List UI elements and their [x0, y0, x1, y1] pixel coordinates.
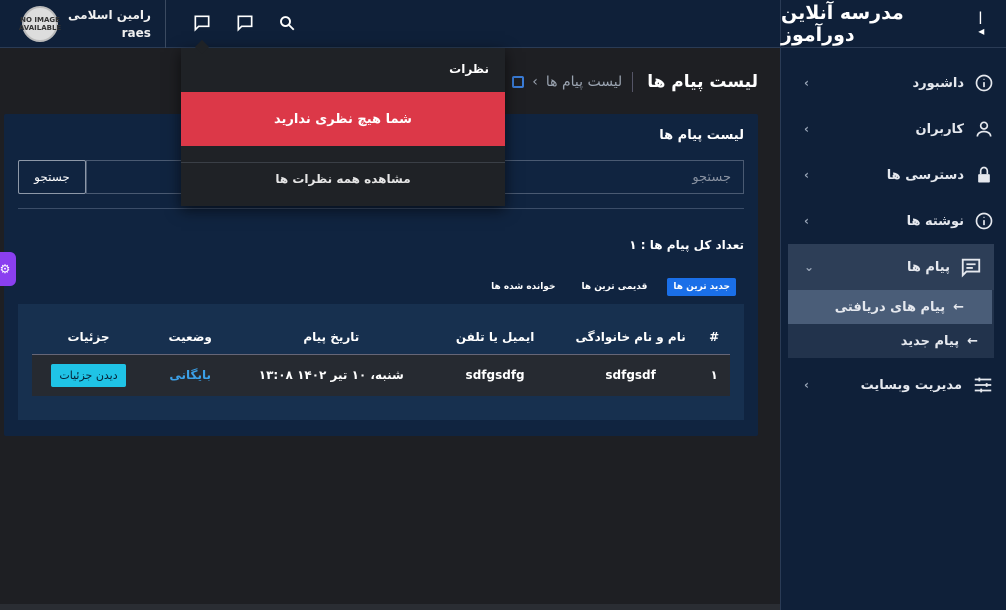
comments-dropdown: نظرات شما هیچ نظری ندارید مشاهده همه نظر…	[181, 48, 505, 206]
chevron-left-icon: ‹	[804, 76, 809, 90]
brand-title: مدرسه آنلاین دورآموز	[781, 1, 904, 46]
sidebar-item-dashboard[interactable]: ‹ داشبورد	[788, 60, 1006, 106]
chevron-left-icon: ‹	[804, 168, 809, 182]
sidebar-item-label: پیام های دریافتی	[834, 299, 946, 315]
search-button[interactable]: جستجو	[18, 160, 86, 194]
column-header: ایمیل یا تلفن	[427, 320, 563, 355]
sort-filters: جدید ترین ها قدیمی ترین ها خوانده شده ها	[485, 278, 736, 296]
chevron-left-icon: ‹	[804, 122, 809, 136]
gear-icon: ⚙	[0, 262, 11, 276]
sidebar-item-posts[interactable]: ‹ نوشته ها	[788, 198, 1006, 244]
arrow-left-icon: ←	[953, 299, 964, 315]
collapse-icon[interactable]: |◂	[978, 10, 988, 38]
page-header: ‹ لیست پیام ها لیست پیام ها	[512, 62, 758, 102]
sidebar-item-label: داشبورد	[912, 75, 964, 91]
sidebar-item-received-messages[interactable]: پیام های دریافتی ←	[788, 290, 992, 324]
column-header: #	[698, 320, 730, 355]
sidebar-item-label: پیام ها	[906, 259, 950, 275]
brand[interactable]: مدرسه آنلاین دورآموز |◂	[781, 0, 1006, 48]
filter-newest[interactable]: جدید ترین ها	[667, 278, 736, 296]
sidebar-item-label: کاربران	[915, 121, 964, 137]
row-action-cell: دیدن جزئیات	[32, 354, 145, 396]
divider	[181, 162, 505, 163]
sidebar-item-new-message[interactable]: پیام جدید ←	[788, 324, 994, 358]
view-details-button[interactable]: دیدن جزئیات	[51, 363, 126, 387]
search-icon[interactable]	[276, 12, 298, 34]
dropdown-title: نظرات	[449, 62, 489, 76]
chevron-down-icon: ⌄	[804, 260, 815, 274]
card-title: لیست پیام ها	[659, 128, 744, 143]
sidebar-item-label: دسترسی ها	[886, 167, 964, 183]
sidebar-item-messages[interactable]: ⌄ پیام ها	[788, 244, 994, 290]
user-profile[interactable]: NO IMAGE AVAILABLE رامین اسلامی raes	[10, 0, 166, 48]
empty-comments-alert: شما هیچ نظری ندارید	[181, 92, 505, 146]
sidebar-item-label: مدیریت وبسایت	[860, 377, 962, 393]
view-all-comments-link[interactable]: مشاهده همه نظرات ها	[181, 172, 505, 186]
column-header: نام و نام خانوادگی	[562, 320, 699, 355]
sidebar-item-users[interactable]: ‹ کاربران	[788, 106, 1006, 152]
messages-table-container: # نام و نام خانوادگی ایمیل یا تلفن تاریخ…	[18, 304, 744, 420]
user-name: رامین اسلامی	[68, 8, 151, 22]
avatar[interactable]: NO IMAGE AVAILABLE	[19, 6, 61, 42]
column-header: وضعیت	[144, 320, 236, 355]
sidebar-item-website[interactable]: ‹ مدیریت وبسایت	[788, 362, 1006, 408]
comments-icon[interactable]	[191, 12, 213, 34]
message-icon	[961, 258, 981, 278]
info-icon	[975, 74, 993, 92]
breadcrumb-item[interactable]: لیست پیام ها	[546, 74, 622, 90]
arrow-left-icon: ←	[967, 333, 978, 349]
settings-float-tab[interactable]: ⚙	[0, 252, 16, 286]
row-contact: sdfgsdfg	[427, 354, 563, 396]
filter-read[interactable]: خوانده شده ها	[485, 278, 561, 296]
table-header-row: # نام و نام خانوادگی ایمیل یا تلفن تاریخ…	[32, 320, 730, 355]
edit-icon	[512, 76, 525, 88]
breadcrumb: ‹ لیست پیام ها	[512, 74, 622, 90]
sidebar-item-permissions[interactable]: ‹ دسترسی ها	[788, 152, 1006, 198]
row-date: شنبه، ۱۰ تیر ۱۴۰۲ ۱۳:۰۸	[235, 354, 428, 396]
messages-table: # نام و نام خانوادگی ایمیل یا تلفن تاریخ…	[32, 320, 730, 396]
sidebar: مدرسه آنلاین دورآموز |◂ ‹ داشبورد ‹ کارب…	[780, 0, 1006, 610]
row-index: ۱	[698, 354, 730, 396]
status-badge: بایگانی	[144, 354, 236, 396]
messages-submenu: پیام های دریافتی ← پیام جدید ←	[788, 290, 994, 358]
messages-icon[interactable]	[234, 12, 256, 34]
sidebar-item-label: نوشته ها	[906, 213, 964, 229]
footer-bar	[0, 604, 780, 610]
chevron-left-icon: ‹	[804, 214, 809, 228]
column-header: جزئیات	[32, 320, 145, 355]
page-title: لیست پیام ها	[632, 72, 758, 92]
sidebar-nav: ‹ داشبورد ‹ کاربران ‹ دسترسی ها ‹ نوشته …	[788, 60, 1006, 408]
sliders-icon	[974, 377, 992, 393]
divider	[18, 208, 744, 209]
user-username: raes	[121, 26, 151, 40]
filter-oldest[interactable]: قدیمی ترین ها	[575, 278, 653, 296]
table-row: ۱ sdfgsdf sdfgsdfg شنبه، ۱۰ تیر ۱۴۰۲ ۱۳:…	[32, 354, 730, 396]
chevron-left-icon: ‹	[804, 378, 809, 392]
user-icon	[976, 121, 992, 137]
top-header: NO IMAGE AVAILABLE رامین اسلامی raes	[0, 0, 780, 48]
column-header: تاریخ پیام	[235, 320, 428, 355]
row-name: sdfgsdf	[562, 354, 699, 396]
sidebar-item-label: پیام جدید	[900, 333, 960, 349]
message-count: تعداد کل پیام ها : ۱	[629, 238, 744, 252]
info-icon	[975, 212, 993, 230]
chevron-left-icon: ‹	[532, 74, 538, 90]
lock-icon	[978, 166, 990, 183]
